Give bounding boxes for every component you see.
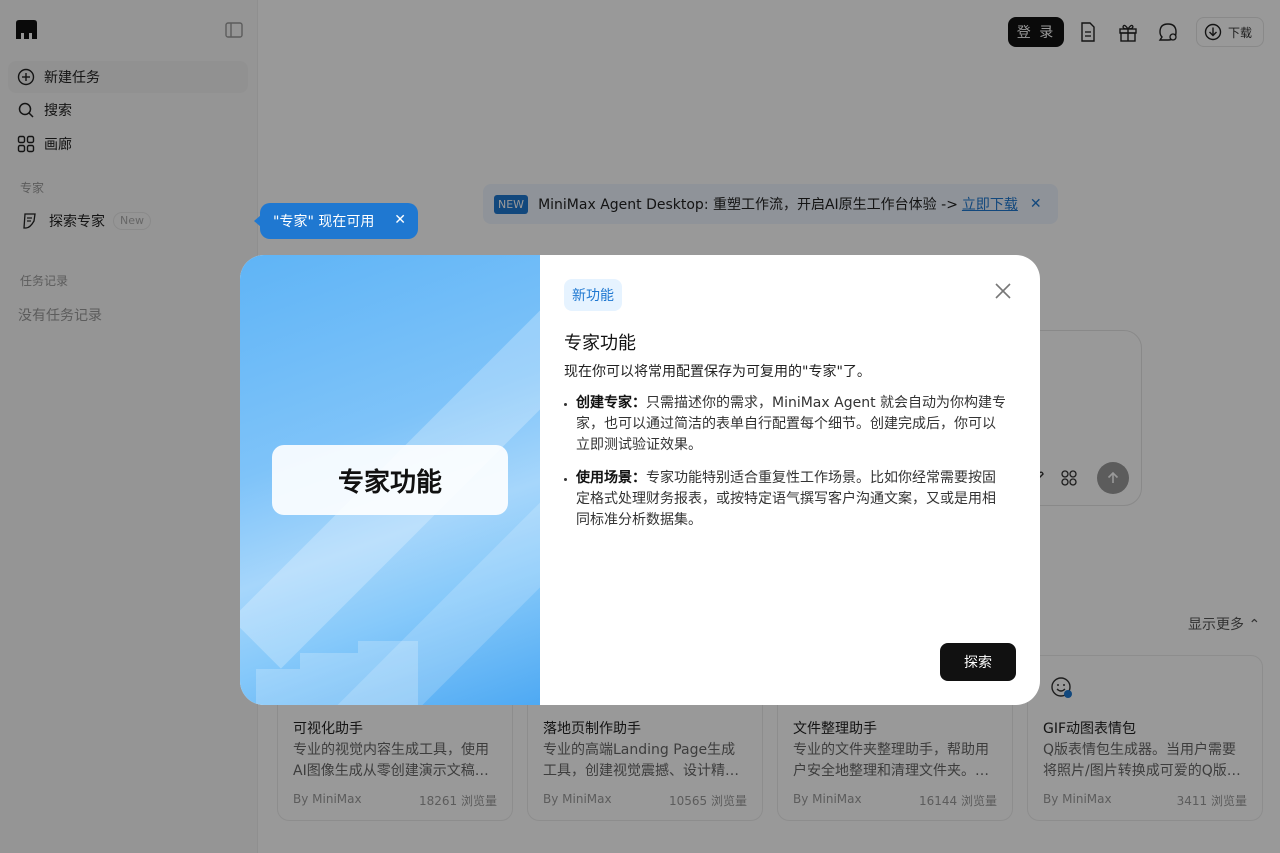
modal-title: 专家功能	[564, 333, 636, 354]
explore-button[interactable]: 探索	[940, 643, 1016, 681]
experts-available-tooltip: "专家" 现在可用 ✕	[254, 203, 418, 239]
modal-content: 新功能 专家功能 现在你可以将常用配置保存为可复用的"专家"了。 创建专家：只需…	[540, 255, 1040, 705]
feature-item: 使用场景：专家功能特别适合重复性工作场景。比如你经常需要按固定格式处理财务报表，…	[564, 468, 1008, 531]
illustration-bar	[256, 669, 300, 705]
tooltip-text: "专家" 现在可用	[273, 214, 375, 230]
close-icon[interactable]	[994, 282, 1012, 300]
feature-modal: 专家功能 新功能 专家功能 现在你可以将常用配置保存为可复用的"专家"了。 创建…	[240, 255, 1040, 705]
feature-item-head: 创建专家：	[576, 395, 646, 411]
feature-item: 创建专家：只需描述你的需求，MiniMax Agent 就会自动为你构建专家，也…	[564, 393, 1008, 456]
hero-title: 专家功能	[272, 445, 508, 515]
modal-subtitle: 现在你可以将常用配置保存为可复用的"专家"了。	[564, 364, 871, 380]
illustration-bar	[358, 641, 418, 705]
new-feature-tag: 新功能	[564, 279, 622, 311]
tooltip-close-icon[interactable]: ✕	[394, 212, 406, 228]
feature-item-head: 使用场景：	[576, 470, 646, 486]
feature-list: 创建专家：只需描述你的需求，MiniMax Agent 就会自动为你构建专家，也…	[564, 393, 1016, 531]
illustration-bar	[300, 653, 358, 705]
modal-illustration: 专家功能	[240, 255, 540, 705]
